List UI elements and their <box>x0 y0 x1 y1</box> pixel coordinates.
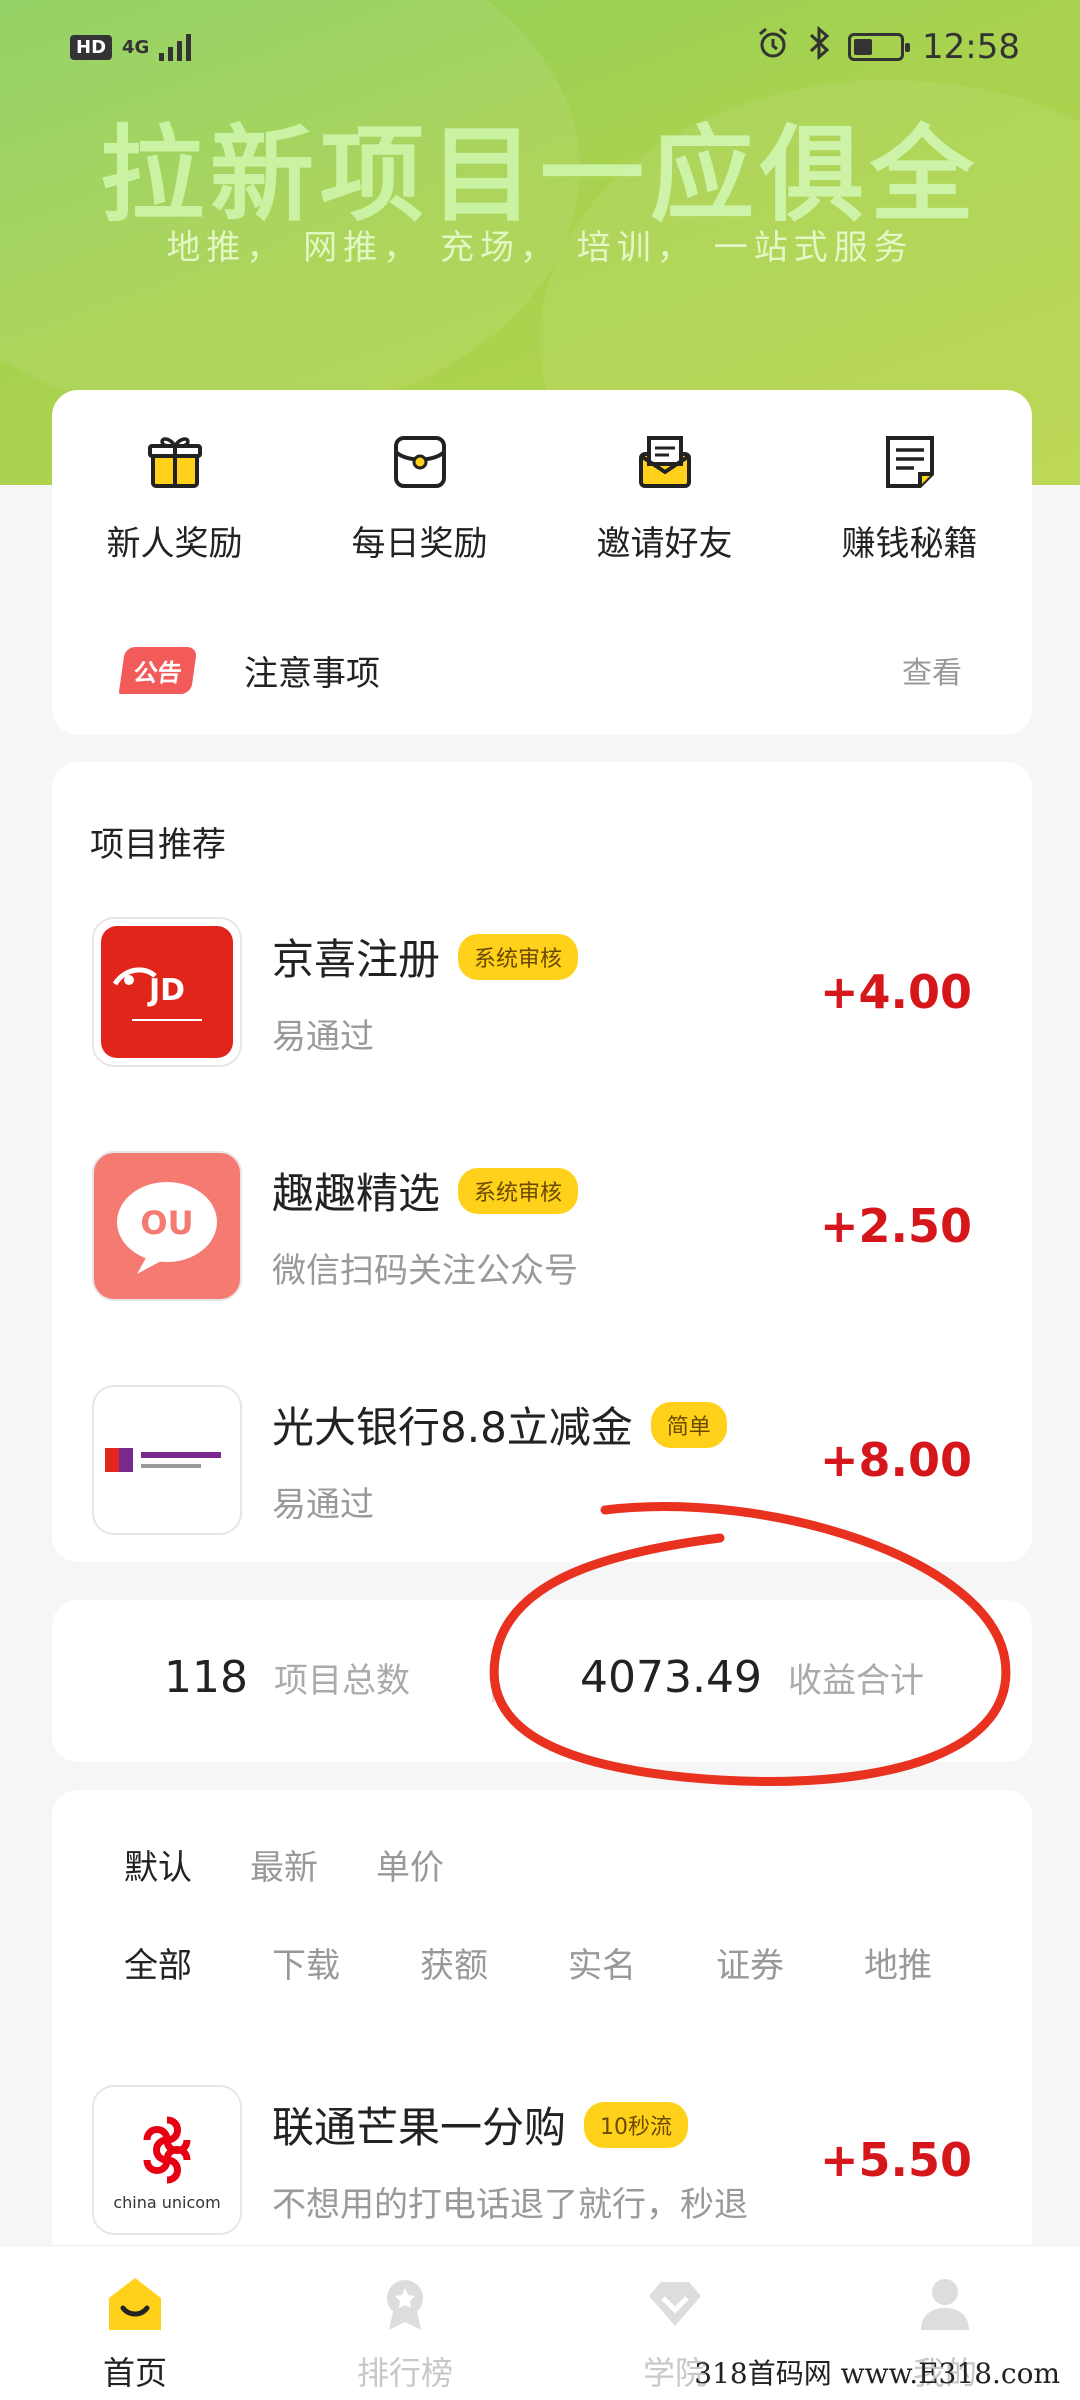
project-item[interactable]: china unicom 联通芒果一分购 10秒流 不想用的打电话退了就行，秒退… <box>92 2060 992 2260</box>
total-projects-stat: 118 项目总数 <box>164 1652 410 1703</box>
stats-card: 118 项目总数 4073.49 收益合计 <box>52 1600 1032 1762</box>
stats-divider <box>492 1658 494 1702</box>
quick-links-card: 新人奖励 每日奖励 邀请好友 赚钱秘籍 公告 注意事项 查看 <box>52 390 1032 735</box>
recommend-title: 项目推荐 <box>90 825 226 865</box>
banner-headline: 拉新项目一应俱全 <box>99 114 980 236</box>
svg-text:china unicom: china unicom <box>113 2193 220 2212</box>
diamond-icon <box>645 2274 705 2338</box>
project-amount: +2.50 <box>819 1199 972 1253</box>
quick-link-label: 每日奖励 <box>351 524 488 564</box>
project-amount: +5.50 <box>819 2133 972 2187</box>
category-all[interactable]: 全部 <box>124 1938 192 1987</box>
project-name: 京喜注册 <box>272 935 441 984</box>
recommend-card: 项目推荐 JD 京喜注册 系统审核 易通过 +4.00 OU 趣趣精选 系统审核… <box>52 762 1032 1562</box>
envelope-icon <box>633 430 697 494</box>
medal-icon <box>375 2274 435 2338</box>
china-unicom-logo-icon: china unicom <box>92 2085 242 2235</box>
signal-icon <box>159 33 192 61</box>
category-download[interactable]: 下载 <box>272 1938 340 1987</box>
project-name: 趣趣精选 <box>272 1169 441 1218</box>
category-real-name[interactable]: 实名 <box>568 1938 636 1987</box>
project-desc: 易通过 <box>272 1017 374 1057</box>
quick-link-new-user-reward[interactable]: 新人奖励 <box>60 430 290 565</box>
project-list-card: 默认 最新 单价 全部 下载 获额 实名 证券 地推 china unicom … <box>52 1790 1032 2250</box>
jd-logo-icon: JD <box>92 917 242 1067</box>
document-icon <box>878 430 942 494</box>
clock: 12:58 <box>922 27 1020 67</box>
quick-link-label: 邀请好友 <box>596 524 733 564</box>
tab-home[interactable]: 首页 <box>35 2246 235 2400</box>
notice-view-link[interactable]: 查看 <box>902 648 962 692</box>
project-item[interactable]: JD 京喜注册 系统审核 易通过 +4.00 <box>92 892 992 1092</box>
sort-tabs: 默认 最新 单价 <box>124 1840 444 1889</box>
quick-link-label: 赚钱秘籍 <box>841 524 978 564</box>
project-amount: +8.00 <box>819 1433 972 1487</box>
sort-latest[interactable]: 最新 <box>250 1840 318 1889</box>
tab-ranking[interactable]: 排行榜 <box>305 2246 505 2400</box>
home-icon <box>105 2274 165 2338</box>
project-item[interactable]: OU 趣趣精选 系统审核 微信扫码关注公众号 +2.50 <box>92 1126 992 1326</box>
sort-default[interactable]: 默认 <box>124 1840 192 1889</box>
sort-unit-price[interactable]: 单价 <box>376 1840 444 1889</box>
notice-tag: 公告 <box>118 646 198 694</box>
total-projects-label: 项目总数 <box>273 1661 410 1701</box>
project-name: 联通芒果一分购 <box>272 2103 567 2152</box>
category-securities[interactable]: 证券 <box>716 1938 784 1987</box>
red-envelope-icon <box>388 430 452 494</box>
project-badge: 10秒流 <box>584 2101 689 2148</box>
battery-icon <box>848 33 911 61</box>
notice-bar[interactable]: 公告 注意事项 查看 <box>118 635 962 705</box>
svg-text:OU: OU <box>140 1204 193 1242</box>
quick-link-invite-friends[interactable]: 邀请好友 <box>550 430 780 565</box>
project-badge: 简单 <box>650 1401 727 1448</box>
project-badge: 系统审核 <box>458 933 579 980</box>
alarm-icon <box>756 26 790 69</box>
income-total-label: 收益合计 <box>787 1661 924 1701</box>
project-name: 光大银行8.8立减金 <box>272 1403 633 1452</box>
project-desc: 不想用的打电话退了就行，秒退 <box>272 2185 748 2225</box>
quick-link-money-tips[interactable]: 赚钱秘籍 <box>795 430 1025 565</box>
gift-icon <box>143 430 207 494</box>
hd-indicator: HD <box>70 34 113 60</box>
project-desc: 微信扫码关注公众号 <box>272 1251 578 1291</box>
category-credit[interactable]: 获额 <box>420 1938 488 1987</box>
project-desc: 易通过 <box>272 1485 374 1525</box>
category-tabs: 全部 下载 获额 实名 证券 地推 <box>124 1938 932 1987</box>
watermark: 318首码网 www.E318.com <box>694 2357 1060 2390</box>
project-badge: 系统审核 <box>458 1167 579 1214</box>
total-projects-value: 118 <box>164 1652 248 1703</box>
ceb-bank-logo-icon <box>92 1385 242 1535</box>
status-bar: HD 4G 12:58 <box>70 22 1020 72</box>
user-icon <box>915 2274 975 2338</box>
quick-link-daily-reward[interactable]: 每日奖励 <box>305 430 535 565</box>
svg-text:JD: JD <box>147 973 185 1008</box>
project-amount: +4.00 <box>819 965 972 1019</box>
income-total-value: 4073.49 <box>580 1652 762 1703</box>
quick-link-label: 新人奖励 <box>106 524 243 564</box>
category-ground-promo[interactable]: 地推 <box>864 1938 932 1987</box>
tab-label: 首页 <box>102 2354 167 2392</box>
notice-title: 注意事项 <box>244 653 380 694</box>
ququ-logo-icon: OU <box>92 1151 242 1301</box>
bluetooth-icon <box>808 25 830 69</box>
project-item[interactable]: 光大银行8.8立减金 简单 易通过 +8.00 <box>92 1360 992 1560</box>
income-total-stat: 4073.49 收益合计 <box>580 1652 924 1703</box>
tab-label: 排行榜 <box>356 2354 453 2392</box>
network-type: 4G <box>122 36 150 58</box>
banner-subtitle: 地推， 网推， 充场， 培训， 一站式服务 <box>166 228 914 268</box>
